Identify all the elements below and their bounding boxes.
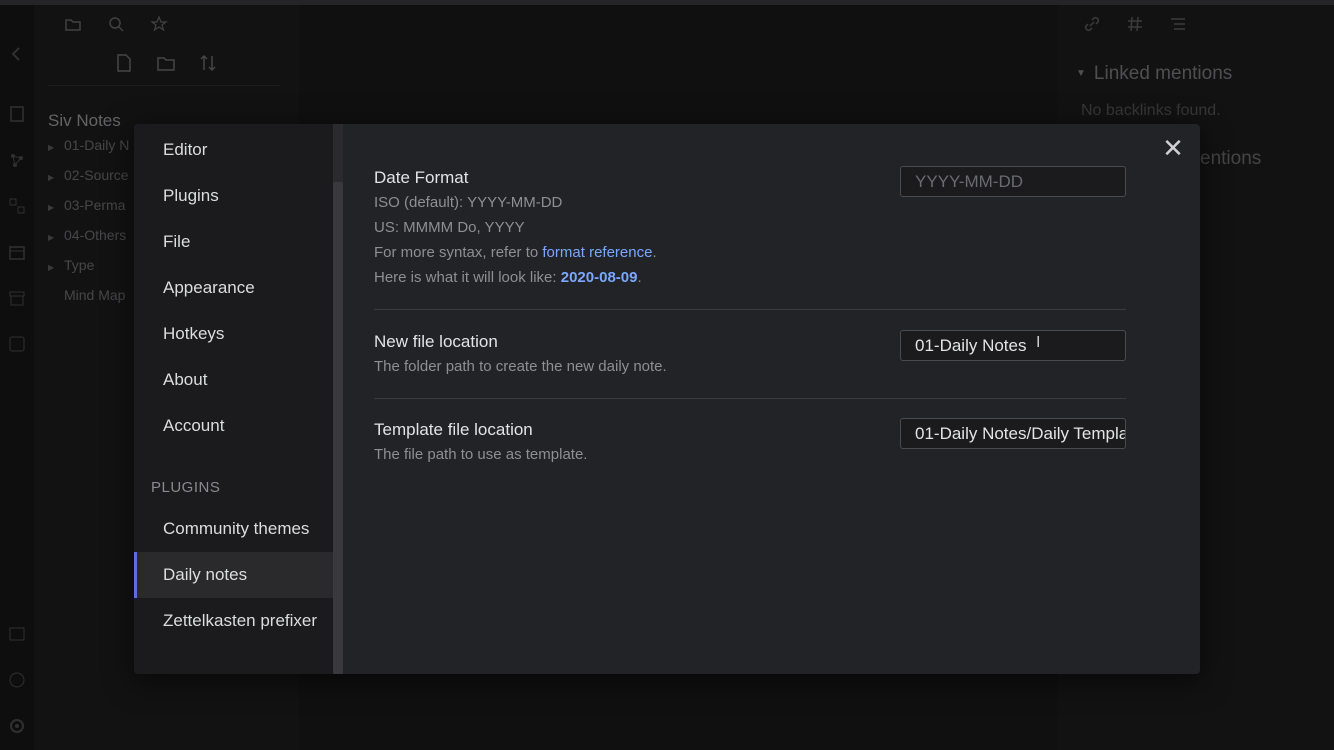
setting-desc-preview: Here is what it will look like: 2020-08-… xyxy=(374,269,642,286)
settings-nav-about[interactable]: About xyxy=(134,357,333,403)
date-preview-value: 2020-08-09 xyxy=(560,269,638,286)
settings-nav-appearance[interactable]: Appearance xyxy=(134,265,333,311)
settings-nav-daily-notes[interactable]: Daily notes xyxy=(134,552,333,598)
setting-separator xyxy=(374,398,1126,399)
format-reference-link[interactable]: format reference xyxy=(542,244,652,261)
setting-desc-syntax: For more syntax, refer to format referen… xyxy=(374,244,657,261)
new-file-location-input[interactable]: 01-Daily Notes xyxy=(900,330,1126,361)
setting-desc-us: US: MMMM Do, YYYY xyxy=(374,219,525,236)
settings-nav-file[interactable]: File xyxy=(134,219,333,265)
settings-nav-plugins[interactable]: Plugins xyxy=(134,173,333,219)
settings-nav-community-themes[interactable]: Community themes xyxy=(134,506,333,552)
settings-nav-account[interactable]: Account xyxy=(134,403,333,449)
template-file-location-input[interactable]: 01-Daily Notes/Daily Template xyxy=(900,418,1126,449)
sidebar-scrollbar-thumb[interactable] xyxy=(333,182,343,674)
settings-nav-editor[interactable]: Editor xyxy=(134,127,333,173)
date-format-input[interactable] xyxy=(900,166,1126,197)
text-cursor-icon: I xyxy=(1036,334,1041,351)
settings-nav-zettelkasten-prefixer[interactable]: Zettelkasten prefixer xyxy=(134,598,333,644)
settings-sidebar: Editor Plugins File Appearance Hotkeys A… xyxy=(134,124,333,674)
settings-nav-hotkeys[interactable]: Hotkeys xyxy=(134,311,333,357)
settings-modal: Editor Plugins File Appearance Hotkeys A… xyxy=(134,124,1200,674)
setting-separator xyxy=(374,309,1126,310)
plugins-heading: PLUGINS xyxy=(151,479,221,496)
close-icon[interactable]: ✕ xyxy=(1161,135,1185,161)
